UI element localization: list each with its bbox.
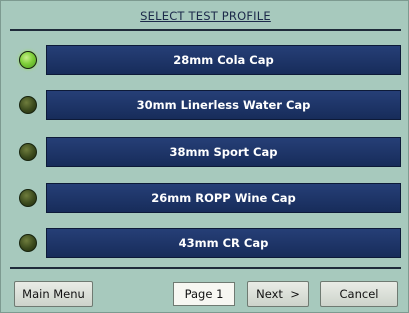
profile-row: 38mm Sport Cap	[15, 137, 401, 167]
main-menu-button[interactable]: Main Menu	[14, 281, 93, 307]
profile-row: 43mm CR Cap	[15, 228, 401, 258]
status-led-icon	[19, 189, 37, 207]
profile-button-28mm-cola-cap[interactable]: 28mm Cola Cap	[46, 45, 401, 75]
footer-divider	[10, 267, 401, 269]
screen-title: SELECT TEST PROFILE	[140, 9, 271, 23]
status-led-icon	[19, 96, 37, 114]
page-indicator: Page 1	[173, 282, 235, 306]
status-led-icon	[19, 51, 37, 69]
status-led-icon	[19, 143, 37, 161]
profile-button-38mm-sport-cap[interactable]: 38mm Sport Cap	[46, 137, 401, 167]
profile-button-43mm-cr-cap[interactable]: 43mm CR Cap	[46, 228, 401, 258]
status-led-icon	[19, 234, 37, 252]
profile-row: 28mm Cola Cap	[15, 45, 401, 75]
profile-row: 26mm ROPP Wine Cap	[15, 183, 401, 213]
cancel-button[interactable]: Cancel	[320, 281, 398, 307]
profile-row: 30mm Linerless Water Cap	[15, 90, 401, 120]
next-page-button[interactable]: Next >	[247, 281, 309, 307]
test-profile-screen: SELECT TEST PROFILE 28mm Cola Cap 30mm L…	[0, 0, 409, 313]
profile-button-30mm-linerless-water-cap[interactable]: 30mm Linerless Water Cap	[46, 90, 401, 120]
header-divider	[10, 29, 401, 31]
profile-button-26mm-ropp-wine-cap[interactable]: 26mm ROPP Wine Cap	[46, 183, 401, 213]
